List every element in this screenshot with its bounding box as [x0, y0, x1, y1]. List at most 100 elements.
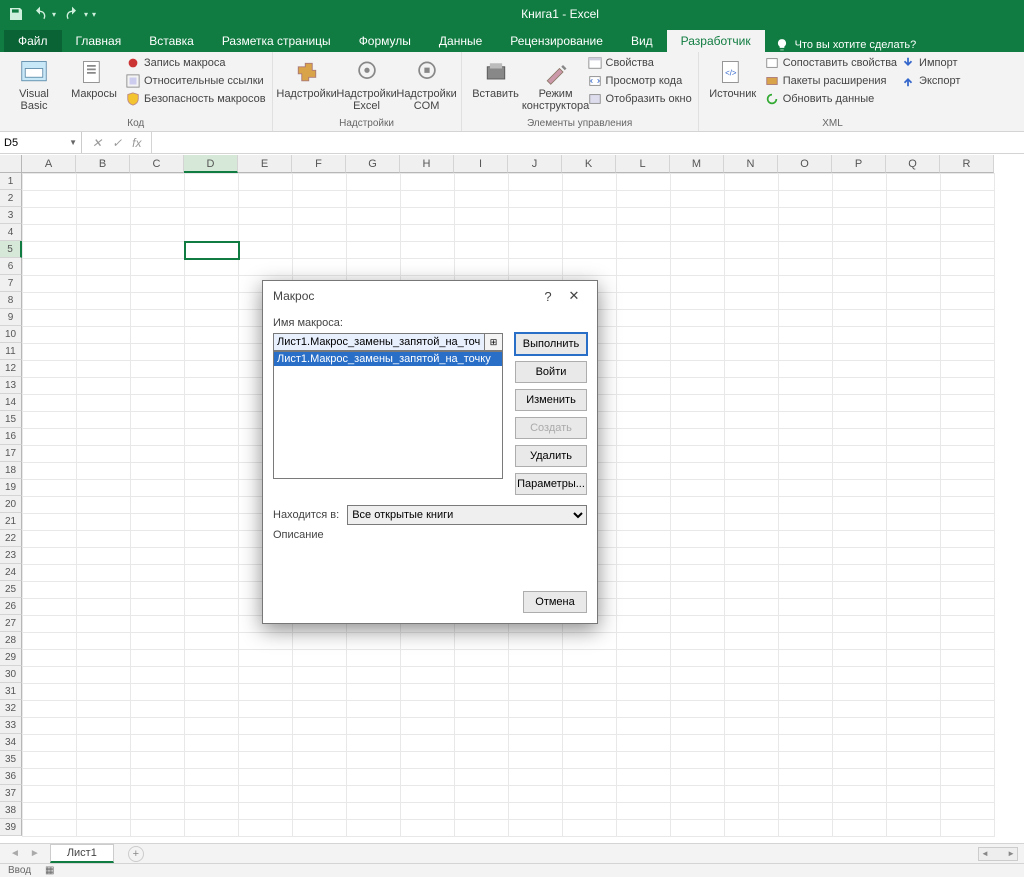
- name-box-input[interactable]: [4, 137, 60, 149]
- row-header[interactable]: 32: [0, 700, 22, 717]
- save-icon[interactable]: [8, 6, 24, 22]
- tab-developer[interactable]: Разработчик: [667, 30, 765, 52]
- row-header[interactable]: 24: [0, 564, 22, 581]
- column-header[interactable]: C: [130, 155, 184, 173]
- macro-name-input[interactable]: [273, 333, 485, 351]
- column-header[interactable]: L: [616, 155, 670, 173]
- tab-view[interactable]: Вид: [617, 30, 667, 52]
- column-header[interactable]: M: [670, 155, 724, 173]
- run-dialog-button[interactable]: Отобразить окно: [588, 90, 692, 108]
- add-sheet-button[interactable]: +: [128, 846, 144, 862]
- column-header[interactable]: N: [724, 155, 778, 173]
- view-code-button[interactable]: Просмотр кода: [588, 72, 692, 90]
- row-header[interactable]: 17: [0, 445, 22, 462]
- excel-addins-button[interactable]: Надстройки Excel: [339, 54, 395, 112]
- row-header[interactable]: 11: [0, 343, 22, 360]
- step-button[interactable]: Войти: [515, 361, 587, 383]
- row-header[interactable]: 22: [0, 530, 22, 547]
- column-header[interactable]: A: [22, 155, 76, 173]
- row-header[interactable]: 8: [0, 292, 22, 309]
- column-header[interactable]: O: [778, 155, 832, 173]
- record-macro-button[interactable]: Запись макроса: [126, 54, 266, 72]
- row-header[interactable]: 19: [0, 479, 22, 496]
- properties-button[interactable]: Свойства: [588, 54, 692, 72]
- row-header[interactable]: 9: [0, 309, 22, 326]
- row-header[interactable]: 20: [0, 496, 22, 513]
- row-header[interactable]: 4: [0, 224, 22, 241]
- horizontal-scrollbar[interactable]: ◄►: [978, 847, 1018, 861]
- macro-record-indicator-icon[interactable]: ▦: [45, 865, 54, 876]
- row-header[interactable]: 3: [0, 207, 22, 224]
- xml-export-button[interactable]: Экспорт: [901, 72, 960, 90]
- column-header[interactable]: R: [940, 155, 994, 173]
- name-box-dropdown-icon[interactable]: ▼: [69, 138, 77, 147]
- row-header[interactable]: 38: [0, 802, 22, 819]
- com-addins-button[interactable]: Надстройки COM: [399, 54, 455, 112]
- column-header[interactable]: F: [292, 155, 346, 173]
- tab-home[interactable]: Главная: [62, 30, 136, 52]
- row-header[interactable]: 28: [0, 632, 22, 649]
- edit-button[interactable]: Изменить: [515, 389, 587, 411]
- row-header[interactable]: 33: [0, 717, 22, 734]
- xml-source-button[interactable]: </>Источник: [705, 54, 761, 100]
- insert-control-button[interactable]: Вставить: [468, 54, 524, 100]
- sheet-nav-prev-icon[interactable]: ◄: [10, 848, 20, 859]
- tab-formulas[interactable]: Формулы: [345, 30, 425, 52]
- column-header[interactable]: H: [400, 155, 454, 173]
- column-header[interactable]: I: [454, 155, 508, 173]
- cancel-icon[interactable]: ✕: [92, 136, 102, 150]
- options-button[interactable]: Параметры...: [515, 473, 587, 495]
- delete-button[interactable]: Удалить: [515, 445, 587, 467]
- accept-icon[interactable]: ✓: [112, 136, 122, 150]
- row-header[interactable]: 6: [0, 258, 22, 275]
- formula-input[interactable]: [152, 132, 1024, 153]
- undo-icon[interactable]: [32, 6, 48, 22]
- macro-security-button[interactable]: Безопасность макросов: [126, 90, 266, 108]
- row-header[interactable]: 1: [0, 173, 22, 190]
- dialog-help-button[interactable]: ?: [535, 289, 561, 304]
- row-header[interactable]: 5: [0, 241, 22, 258]
- row-header[interactable]: 15: [0, 411, 22, 428]
- row-header[interactable]: 35: [0, 751, 22, 768]
- row-header[interactable]: 10: [0, 326, 22, 343]
- macros-button[interactable]: Макросы: [66, 54, 122, 100]
- select-all-corner[interactable]: [0, 155, 22, 173]
- row-header[interactable]: 21: [0, 513, 22, 530]
- row-header[interactable]: 37: [0, 785, 22, 802]
- row-header[interactable]: 29: [0, 649, 22, 666]
- row-header[interactable]: 16: [0, 428, 22, 445]
- row-header[interactable]: 26: [0, 598, 22, 615]
- row-header[interactable]: 13: [0, 377, 22, 394]
- ref-edit-button[interactable]: ⊞: [485, 333, 503, 351]
- column-header[interactable]: P: [832, 155, 886, 173]
- design-mode-button[interactable]: Режим конструктора: [528, 54, 584, 112]
- row-header[interactable]: 23: [0, 547, 22, 564]
- visual-basic-button[interactable]: Visual Basic: [6, 54, 62, 112]
- macro-list[interactable]: Лист1.Макрос_замены_запятой_на_точку: [273, 351, 503, 479]
- location-select[interactable]: Все открытые книги: [347, 505, 587, 525]
- sheet-nav-next-icon[interactable]: ►: [30, 848, 40, 859]
- column-header[interactable]: E: [238, 155, 292, 173]
- row-header[interactable]: 12: [0, 360, 22, 377]
- row-header[interactable]: 14: [0, 394, 22, 411]
- row-header[interactable]: 36: [0, 768, 22, 785]
- tab-data[interactable]: Данные: [425, 30, 496, 52]
- column-header[interactable]: G: [346, 155, 400, 173]
- tab-review[interactable]: Рецензирование: [496, 30, 617, 52]
- fx-icon[interactable]: fx: [132, 136, 141, 150]
- tab-file[interactable]: Файл: [4, 30, 62, 52]
- column-header[interactable]: J: [508, 155, 562, 173]
- row-header[interactable]: 30: [0, 666, 22, 683]
- name-box[interactable]: ▼: [0, 132, 82, 153]
- tab-pagelayout[interactable]: Разметка страницы: [208, 30, 345, 52]
- row-header[interactable]: 34: [0, 734, 22, 751]
- map-properties-button[interactable]: Сопоставить свойства: [765, 54, 897, 72]
- tab-insert[interactable]: Вставка: [135, 30, 208, 52]
- column-header[interactable]: Q: [886, 155, 940, 173]
- row-header[interactable]: 2: [0, 190, 22, 207]
- tell-me-search[interactable]: Что вы хотите сделать?: [765, 38, 927, 52]
- row-header[interactable]: 27: [0, 615, 22, 632]
- run-button[interactable]: Выполнить: [515, 333, 587, 355]
- redo-icon[interactable]: [64, 6, 80, 22]
- macro-list-item[interactable]: Лист1.Макрос_замены_запятой_на_точку: [274, 352, 502, 366]
